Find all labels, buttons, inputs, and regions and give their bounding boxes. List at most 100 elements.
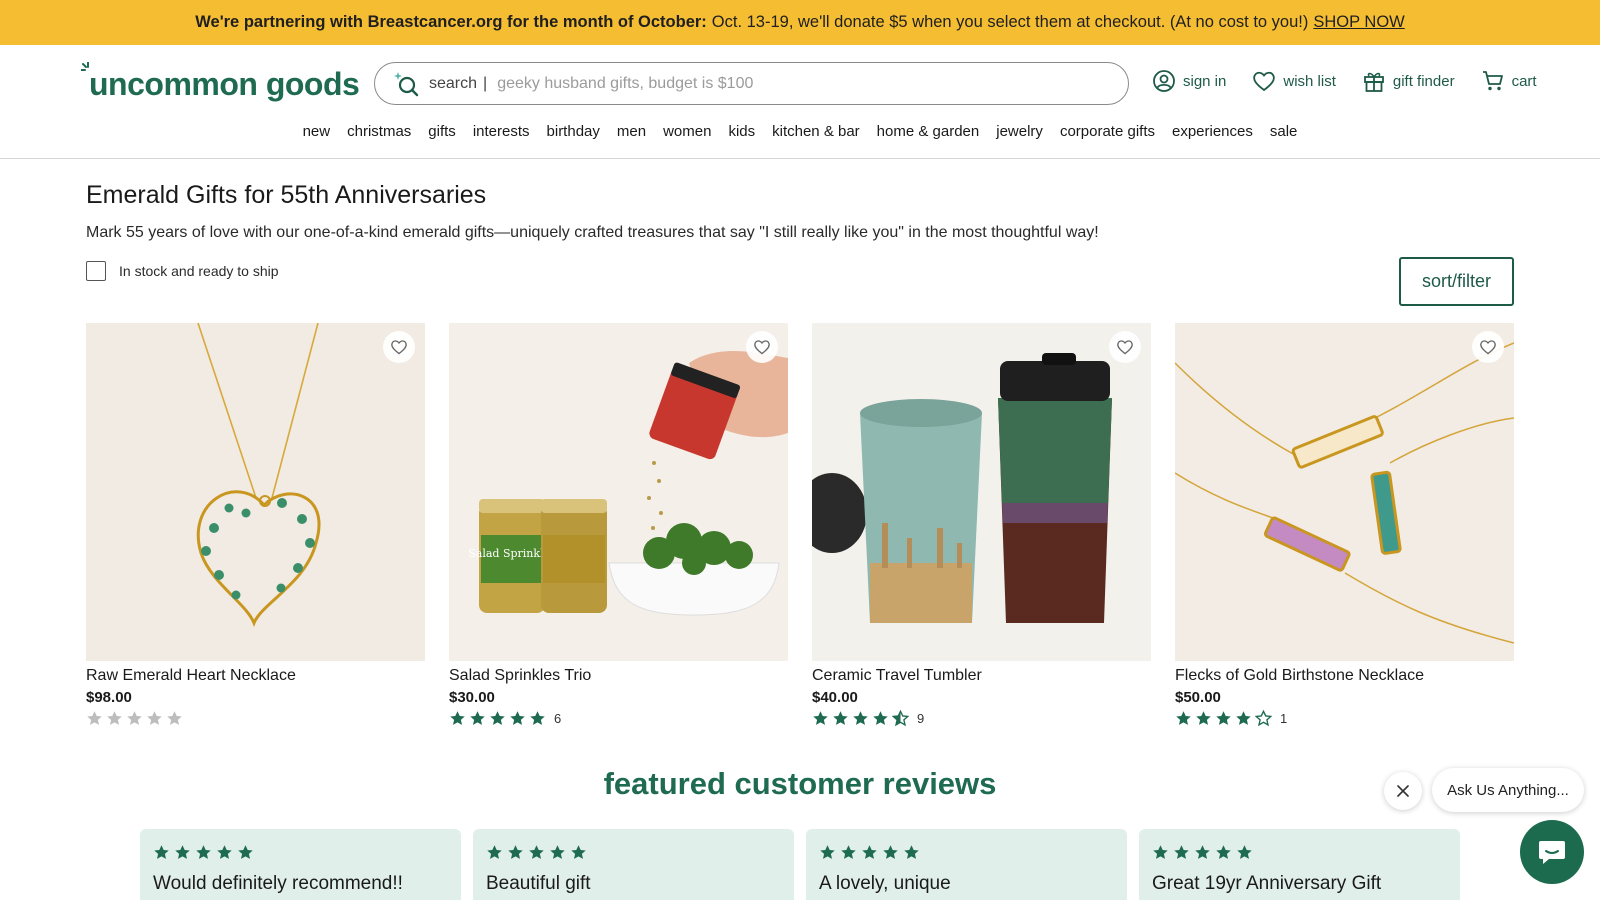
heart-outline-icon (754, 340, 770, 355)
wish-list-label: wish list (1283, 72, 1336, 90)
heart-outline-icon (391, 340, 407, 355)
nav-item-gifts[interactable]: gifts (428, 123, 456, 140)
nav-item-interests[interactable]: interests (473, 123, 530, 140)
review-title: Beautiful gift (486, 873, 591, 894)
review-count: 6 (554, 710, 562, 726)
heart-necklace-image (86, 323, 425, 661)
product-image[interactable] (812, 323, 1151, 661)
star-filled-icon (217, 845, 232, 859)
review-stars (153, 844, 448, 861)
review-title: Great 19yr Anniversary Gift (1152, 873, 1382, 894)
star-filled-icon (1176, 710, 1191, 725)
star-filled-icon (510, 710, 525, 725)
nav-item-experiences[interactable]: experiences (1172, 123, 1253, 140)
nav-item-women[interactable]: women (663, 123, 711, 140)
nav-item-home-garden[interactable]: home & garden (877, 123, 980, 140)
product-card[interactable]: Ceramic Travel Tumbler $40.00 9 (812, 323, 1151, 727)
star-empty-icon (127, 710, 142, 725)
star-filled-icon (813, 710, 828, 725)
wishlist-toggle[interactable] (1109, 331, 1141, 363)
star-filled-icon (820, 845, 835, 859)
product-rating: 6 (449, 709, 788, 727)
wishlist-toggle[interactable] (383, 331, 415, 363)
review-card[interactable]: Beautiful gift (473, 829, 794, 900)
nav-item-corporate-gifts[interactable]: corporate gifts (1060, 123, 1155, 140)
star-half-icon (892, 709, 909, 726)
product-name[interactable]: Raw Emerald Heart Necklace (86, 667, 425, 685)
star-filled-icon (1196, 710, 1211, 725)
star-filled-icon (550, 845, 565, 859)
nav-item-kitchen-bar[interactable]: kitchen & bar (772, 123, 860, 140)
star-empty-icon (87, 710, 102, 725)
nav-item-sale[interactable]: sale (1270, 123, 1298, 140)
in-stock-filter[interactable]: In stock and ready to ship (86, 261, 279, 281)
star-filled-icon (883, 845, 898, 859)
chat-launcher-button[interactable] (1520, 820, 1584, 884)
product-rating: 9 (812, 709, 1151, 727)
star-filled-icon (1195, 845, 1210, 859)
star-empty-icon (107, 710, 122, 725)
cart-link[interactable]: cart (1481, 69, 1537, 93)
product-price: $30.00 (449, 689, 495, 706)
gift-finder-link[interactable]: gift finder (1362, 69, 1455, 93)
product-rating (86, 709, 425, 727)
star-filled-icon (841, 845, 856, 859)
star-filled-icon (571, 845, 586, 859)
close-icon (1397, 785, 1409, 797)
nav-item-christmas[interactable]: christmas (347, 123, 411, 140)
review-card[interactable]: Great 19yr Anniversary Gift (1139, 829, 1460, 900)
star-filled-icon (1237, 845, 1252, 859)
shop-now-link[interactable]: SHOP NOW (1313, 13, 1404, 32)
page-description: Mark 55 years of love with our one-of-a-… (86, 224, 1099, 241)
product-name[interactable]: Ceramic Travel Tumbler (812, 667, 1151, 685)
star-filled-icon (508, 845, 523, 859)
wish-list-link[interactable]: wish list (1252, 70, 1336, 92)
chat-prompt-bubble[interactable]: Ask Us Anything... (1432, 768, 1584, 812)
nav-item-jewelry[interactable]: jewelry (996, 123, 1043, 140)
heart-outline-icon (1480, 340, 1496, 355)
review-stars (819, 844, 1114, 861)
in-stock-checkbox[interactable] (86, 261, 106, 281)
chat-close-button[interactable] (1384, 772, 1422, 810)
birthstone-necklace-image (1175, 323, 1514, 661)
wishlist-toggle[interactable] (1472, 331, 1504, 363)
product-card[interactable]: Salad Sprinkles Salad Sprinkles Trio $30… (449, 323, 788, 727)
star-empty-icon (167, 710, 182, 725)
search-input[interactable] (497, 74, 1058, 93)
product-image[interactable] (1175, 323, 1514, 661)
search-divider: | (483, 74, 488, 92)
nav-item-birthday[interactable]: birthday (547, 123, 600, 140)
product-image[interactable] (86, 323, 425, 661)
star-filled-icon (470, 710, 485, 725)
product-name[interactable]: Flecks of Gold Birthstone Necklace (1175, 667, 1514, 685)
review-card[interactable]: A lovely, unique (806, 829, 1127, 900)
nav-item-kids[interactable]: kids (728, 123, 755, 140)
product-image[interactable]: Salad Sprinkles (449, 323, 788, 661)
star-filled-icon (862, 845, 877, 859)
wishlist-toggle[interactable] (746, 331, 778, 363)
promo-bold-text: We're partnering with Breastcancer.org f… (195, 13, 707, 31)
review-stars (1152, 844, 1447, 861)
nav-item-men[interactable]: men (617, 123, 646, 140)
sign-in-link[interactable]: sign in (1152, 69, 1226, 93)
review-card[interactable]: Would definitely recommend!! (140, 829, 461, 900)
heart-icon (1253, 71, 1276, 92)
review-title: Would definitely recommend!! (153, 873, 403, 894)
search-bar[interactable]: search | (374, 62, 1129, 105)
search-label: search (429, 74, 478, 92)
site-header: uncommon goods search | sign in wish lis… (0, 45, 1600, 159)
star-filled-icon (1153, 845, 1168, 859)
review-stars (486, 844, 781, 861)
sort-filter-button[interactable]: sort/filter (1399, 257, 1514, 306)
star-filled-icon (853, 710, 868, 725)
review-count: 1 (1280, 710, 1288, 726)
logo-text: uncommon goods (89, 66, 360, 102)
gift-finder-label: gift finder (1392, 72, 1455, 90)
product-card[interactable]: Flecks of Gold Birthstone Necklace $50.0… (1175, 323, 1514, 727)
star-outline-icon (1255, 709, 1272, 726)
product-name[interactable]: Salad Sprinkles Trio (449, 667, 788, 685)
nav-item-new[interactable]: new (303, 123, 331, 140)
star-filled-icon (873, 710, 888, 725)
logo[interactable]: uncommon goods (79, 62, 360, 104)
product-card[interactable]: Raw Emerald Heart Necklace $98.00 (86, 323, 425, 727)
